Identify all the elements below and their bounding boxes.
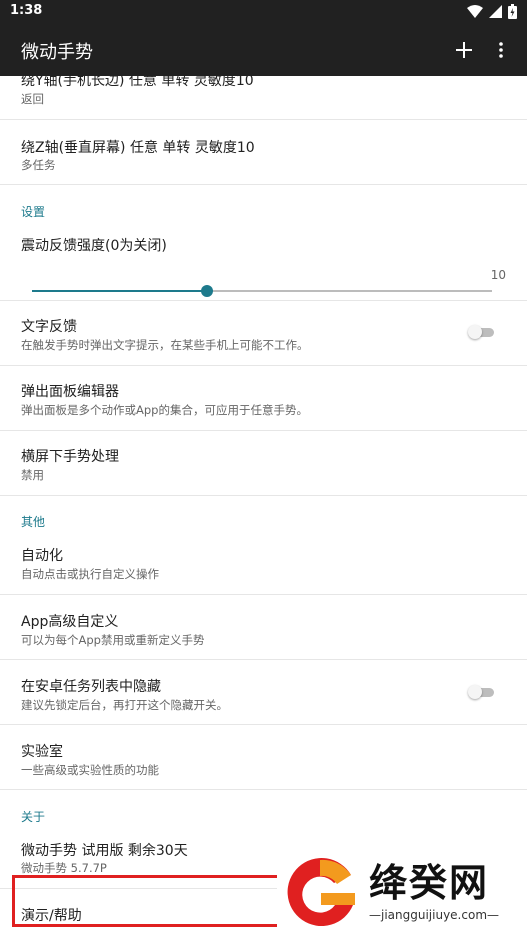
status-time: 1:38 (10, 3, 43, 18)
slider-max-label: 10 (490, 268, 506, 282)
item-summary: 自动点击或执行自定义操作 (21, 567, 159, 581)
item-title: 微动手势 试用版 剩余30天 (21, 843, 188, 859)
vibration-strength-item[interactable]: 震动反馈强度(0为关闭) 10 (0, 222, 527, 301)
app-bar: 微动手势 (0, 24, 527, 76)
popup-editor-item[interactable]: 弹出面板编辑器 弹出面板是多个动作或App的集合，可应用于任意手势。 (0, 366, 527, 431)
switch-thumb (468, 685, 482, 699)
category-settings: 设置 (21, 205, 46, 219)
settings-list[interactable]: 绕Y轴(手机长边) 任意 单转 灵敏度10 返回 绕Z轴(垂直屏幕) 任意 单转… (0, 76, 527, 937)
item-summary: 在触发手势时弹出文字提示，在某些手机上可能不工作。 (21, 338, 309, 352)
app-title: 微动手势 (21, 42, 93, 63)
watermark-url: —jiangguijiuye.com— (369, 908, 500, 922)
item-title: 自动化 (21, 548, 63, 564)
item-summary: 建议先锁定后台，再打开这个隐藏开关。 (21, 698, 228, 712)
item-title: 绕Y轴(手机长边) 任意 单转 灵敏度10 (21, 76, 254, 89)
watermark: 绛癸网 —jiangguijiuye.com— (277, 847, 527, 937)
item-title: 实验室 (21, 744, 63, 760)
item-title: 弹出面板编辑器 (21, 384, 119, 400)
item-summary: 返回 (21, 92, 44, 106)
watermark-logo (279, 853, 361, 937)
status-icons (467, 4, 517, 19)
more-options-button[interactable] (485, 34, 517, 66)
watermark-frame (12, 875, 280, 927)
text-feedback-switch[interactable] (468, 325, 496, 339)
item-summary: 微动手势 5.7.7P (21, 861, 107, 875)
slider-thumb[interactable] (201, 285, 213, 297)
vibration-slider[interactable] (32, 285, 492, 297)
item-title: App高级自定义 (21, 614, 119, 630)
item-summary: 可以为每个App禁用或重新定义手势 (21, 633, 205, 647)
battery-icon (508, 4, 517, 19)
item-summary: 弹出面板是多个动作或App的集合，可应用于任意手势。 (21, 403, 308, 417)
lab-item[interactable]: 实验室 一些高级或实验性质的功能 (0, 725, 527, 790)
automation-item[interactable]: 自动化 自动点击或执行自定义操作 (0, 530, 527, 595)
switch-thumb (468, 325, 482, 339)
item-summary: 多任务 (21, 158, 56, 172)
landscape-handling-item[interactable]: 横屏下手势处理 禁用 (0, 431, 527, 496)
hide-recents-item[interactable]: 在安卓任务列表中隐藏 建议先锁定后台，再打开这个隐藏开关。 (0, 660, 527, 725)
text-feedback-item[interactable]: 文字反馈 在触发手势时弹出文字提示，在某些手机上可能不工作。 (0, 301, 527, 366)
add-button[interactable] (448, 34, 480, 66)
item-title: 震动反馈强度(0为关闭) (21, 238, 167, 254)
hide-recents-switch[interactable] (468, 685, 496, 699)
gesture-item-y-axis[interactable]: 绕Y轴(手机长边) 任意 单转 灵敏度10 返回 (0, 76, 527, 120)
gesture-item-z-axis[interactable]: 绕Z轴(垂直屏幕) 任意 单转 灵敏度10 多任务 (0, 120, 527, 185)
slider-fill (32, 290, 207, 292)
item-title: 文字反馈 (21, 319, 77, 335)
category-about: 关于 (21, 810, 46, 824)
wifi-icon (467, 5, 483, 18)
watermark-title: 绛癸网 (369, 861, 490, 905)
add-icon (456, 42, 472, 58)
item-title: 在安卓任务列表中隐藏 (21, 679, 161, 695)
screen: 1:38 微动手势 绕Y轴(手机长边) 任意 单转 灵敏度10 返回 绕Z轴(垂… (0, 0, 527, 937)
item-summary: 禁用 (21, 468, 44, 482)
item-summary: 一些高级或实验性质的功能 (21, 763, 159, 777)
category-other: 其他 (21, 515, 46, 529)
signal-icon (489, 5, 502, 18)
app-customize-item[interactable]: App高级自定义 可以为每个App禁用或重新定义手势 (0, 595, 527, 660)
more-vert-icon (499, 42, 503, 58)
item-title: 绕Z轴(垂直屏幕) 任意 单转 灵敏度10 (21, 140, 255, 156)
status-bar: 1:38 (0, 0, 527, 24)
item-title: 横屏下手势处理 (21, 449, 119, 465)
